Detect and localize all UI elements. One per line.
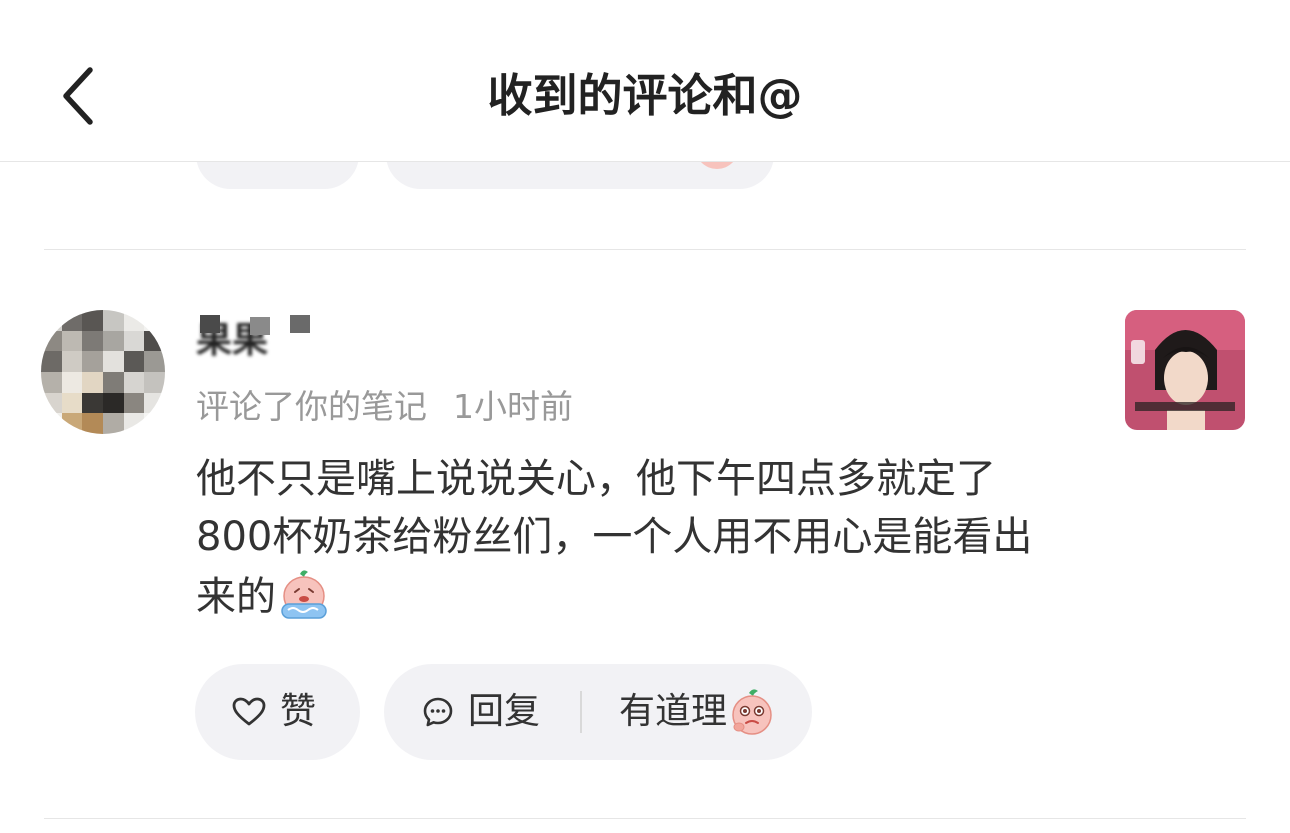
avatar[interactable] [41, 310, 165, 434]
divider [44, 818, 1246, 819]
action-text: 评论了你的笔记 [196, 387, 427, 426]
note-thumbnail[interactable] [1125, 310, 1245, 430]
reply-label: 回复 [468, 691, 541, 732]
timestamp: 1小时前 [453, 387, 573, 426]
action-separator [580, 691, 583, 733]
heart-icon [232, 697, 266, 726]
username-mosaic [190, 315, 320, 335]
like-label: 赞 [280, 691, 317, 732]
crying-peach-emoji-icon [281, 570, 327, 619]
thinking-peach-emoji-icon [732, 689, 772, 735]
chat-bubble-icon [423, 697, 453, 727]
comment-text[interactable]: 他不只是嘴上说说关心，他下午四点多就定了800杯奶茶给粉丝们，一个人用不用心是能… [196, 450, 1066, 626]
reply-button[interactable]: 回复 [422, 689, 540, 735]
divider [44, 249, 1246, 250]
page-title: 收到的评论和@ [487, 69, 803, 122]
quick-reply-label: 有道理 [619, 691, 728, 732]
top-nav-bar: 收到的评论和@ [0, 0, 1290, 162]
quick-reply-button[interactable]: 有道理 [619, 687, 775, 737]
like-button[interactable]: 赞 [195, 664, 360, 760]
note-thumbnail-image [1125, 310, 1245, 430]
comment-meta: 评论了你的笔记 1小时前 [196, 384, 573, 430]
action-pill: 回复 有道理 [384, 664, 812, 760]
